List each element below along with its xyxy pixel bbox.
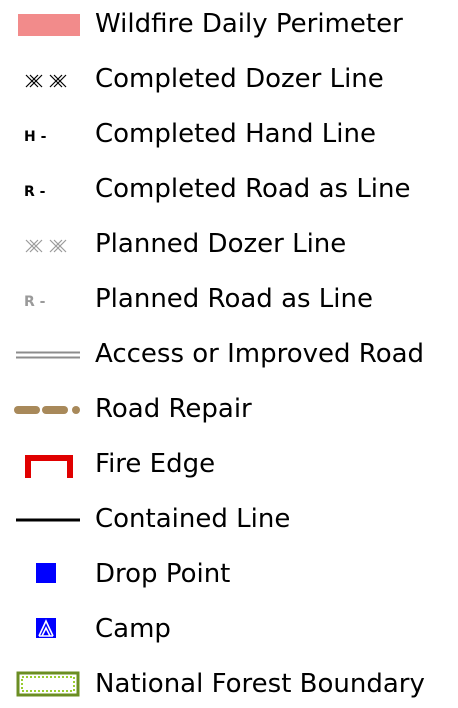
camp-icon — [14, 615, 84, 645]
legend-item-completed-hand-line: H - Completed Hand Line — [0, 114, 458, 154]
national-forest-boundary-icon — [14, 670, 84, 700]
legend-label: Contained Line — [95, 504, 291, 534]
legend-item-access-road: Access or Improved Road — [0, 334, 458, 374]
road-repair-icon — [14, 395, 84, 425]
legend-label: Access or Improved Road — [95, 339, 425, 369]
legend-label: Road Repair — [95, 394, 252, 424]
legend-label: Wildfire Daily Perimeter — [95, 9, 403, 39]
legend-item-wildfire-perimeter: Wildfire Daily Perimeter — [0, 4, 458, 44]
legend-item-fire-edge: Fire Edge — [0, 444, 458, 484]
svg-text:R -: R - — [24, 184, 46, 200]
legend-label: Completed Road as Line — [95, 174, 411, 204]
legend-item-contained-line: Contained Line — [0, 499, 458, 539]
legend-item-planned-dozer-line: Planned Dozer Line — [0, 224, 458, 264]
legend-label: National Forest Boundary — [95, 669, 425, 699]
legend-item-national-forest-boundary: National Forest Boundary — [0, 664, 458, 704]
planned-road-as-line-icon: R - — [14, 285, 84, 315]
drop-point-icon — [14, 560, 84, 590]
completed-hand-line-icon: H - — [14, 120, 84, 150]
legend-item-completed-dozer-line: Completed Dozer Line — [0, 59, 458, 99]
legend-label: Completed Dozer Line — [95, 64, 384, 94]
legend-item-camp: Camp — [0, 609, 458, 649]
legend-label: Planned Dozer Line — [95, 229, 347, 259]
wildfire-perimeter-fill-icon — [14, 10, 84, 40]
legend-item-planned-road-as-line: R - Planned Road as Line — [0, 279, 458, 319]
access-road-icon — [14, 340, 84, 370]
legend-label: Camp — [95, 614, 171, 644]
completed-dozer-line-icon — [14, 65, 84, 95]
legend-label: Fire Edge — [95, 449, 216, 479]
svg-text:R -: R - — [24, 294, 46, 310]
legend-item-drop-point: Drop Point — [0, 554, 458, 594]
svg-text:H -: H - — [24, 129, 47, 145]
contained-line-icon — [14, 505, 84, 535]
legend-label: Planned Road as Line — [95, 284, 373, 314]
legend-item-road-repair: Road Repair — [0, 389, 458, 429]
completed-road-as-line-icon: R - — [14, 175, 84, 205]
legend-label: Drop Point — [95, 559, 231, 589]
map-legend: Wildfire Daily Perimeter Completed Dozer… — [0, 0, 458, 708]
fire-edge-icon — [14, 450, 84, 480]
legend-label: Completed Hand Line — [95, 119, 376, 149]
planned-dozer-line-icon — [14, 230, 84, 260]
legend-item-completed-road-as-line: R - Completed Road as Line — [0, 169, 458, 209]
